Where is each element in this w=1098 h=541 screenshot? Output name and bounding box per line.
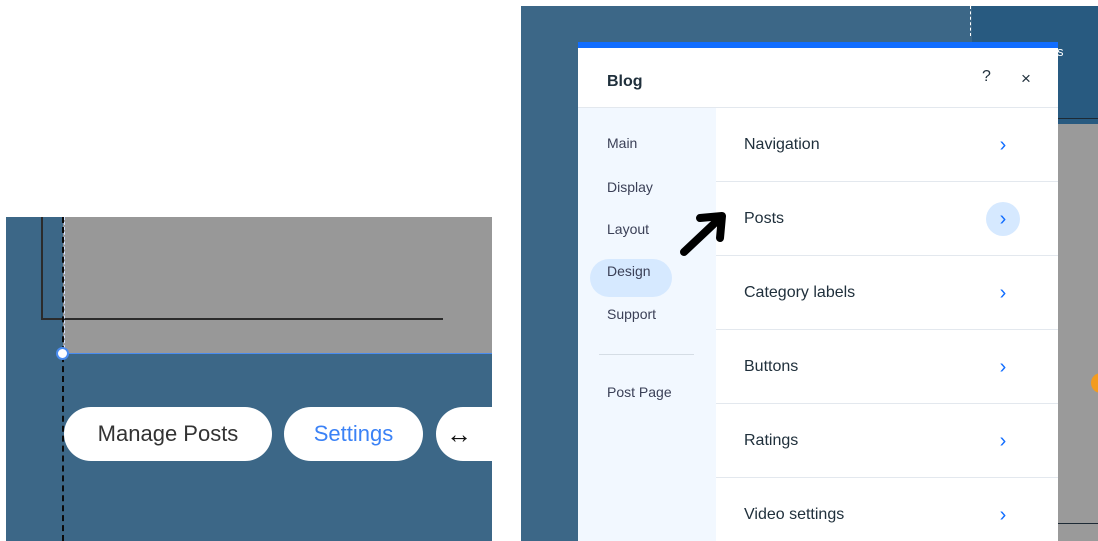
sidebar-item-post-page[interactable]: Post Page — [607, 384, 672, 400]
list-item-label: Ratings — [744, 432, 799, 449]
resize-handle[interactable] — [56, 347, 69, 360]
editor-canvas-left: Manage Posts Settings ↔ — [6, 217, 492, 541]
dialog-sidebar: Main Display Layout Design Support Post … — [578, 108, 716, 541]
help-icon[interactable]: ? — [982, 68, 991, 86]
stretch-button[interactable]: ↔ — [436, 407, 492, 461]
canvas-line-bottom — [1057, 523, 1098, 524]
settings-button[interactable]: Settings — [284, 407, 423, 461]
selection-border — [63, 353, 492, 354]
list-item-category-labels[interactable]: Category labels › — [716, 256, 1058, 330]
list-item-label: Buttons — [744, 358, 799, 375]
list-item-label: Category labels — [744, 284, 856, 301]
list-item-label: Navigation — [744, 136, 820, 153]
sidebar-item-support[interactable]: Support — [607, 306, 656, 322]
chevron-right-icon: › — [999, 133, 1007, 156]
list-item-label: Posts — [744, 210, 785, 227]
chevron-right-icon: › — [999, 355, 1007, 378]
list-item-buttons[interactable]: Buttons › — [716, 330, 1058, 404]
hand-drawn-arrow-icon — [680, 212, 726, 256]
list-item-navigation[interactable]: Navigation › — [716, 108, 1058, 182]
gridline-dashed-right — [970, 6, 971, 36]
list-item-label: Video settings — [744, 506, 845, 523]
sidebar-item-layout[interactable]: Layout — [607, 221, 649, 237]
chevron-right-icon: › — [986, 202, 1020, 236]
sidebar-item-main[interactable]: Main — [607, 135, 637, 151]
chevron-right-icon: › — [999, 429, 1007, 452]
dialog-header: Blog ? × — [578, 48, 1058, 108]
list-item-video-settings[interactable]: Video settings › — [716, 478, 1058, 541]
list-item-posts[interactable]: Posts › — [716, 182, 1058, 256]
gridline-dashed-light — [64, 217, 65, 353]
dialog-title: Blog — [607, 73, 643, 90]
chevron-right-icon: › — [999, 503, 1007, 526]
manage-posts-button[interactable]: Manage Posts — [64, 407, 272, 461]
design-options-list: Navigation › Posts › Category labels › B… — [716, 108, 1058, 541]
close-icon[interactable]: × — [1021, 69, 1031, 89]
blog-settings-dialog: Blog ? × Main Display Layout Design Supp… — [578, 42, 1058, 541]
canvas-line-top — [1057, 118, 1098, 119]
sidebar-item-design[interactable]: Design — [607, 263, 651, 279]
sidebar-item-display[interactable]: Display — [607, 179, 653, 195]
canvas-gray-strip — [1057, 124, 1098, 541]
stretch-icon: ↔ — [446, 418, 472, 449]
sidebar-divider — [599, 354, 694, 355]
list-item-ratings[interactable]: Ratings › — [716, 404, 1058, 478]
chevron-right-icon: › — [999, 281, 1007, 304]
element-frame — [41, 217, 443, 320]
